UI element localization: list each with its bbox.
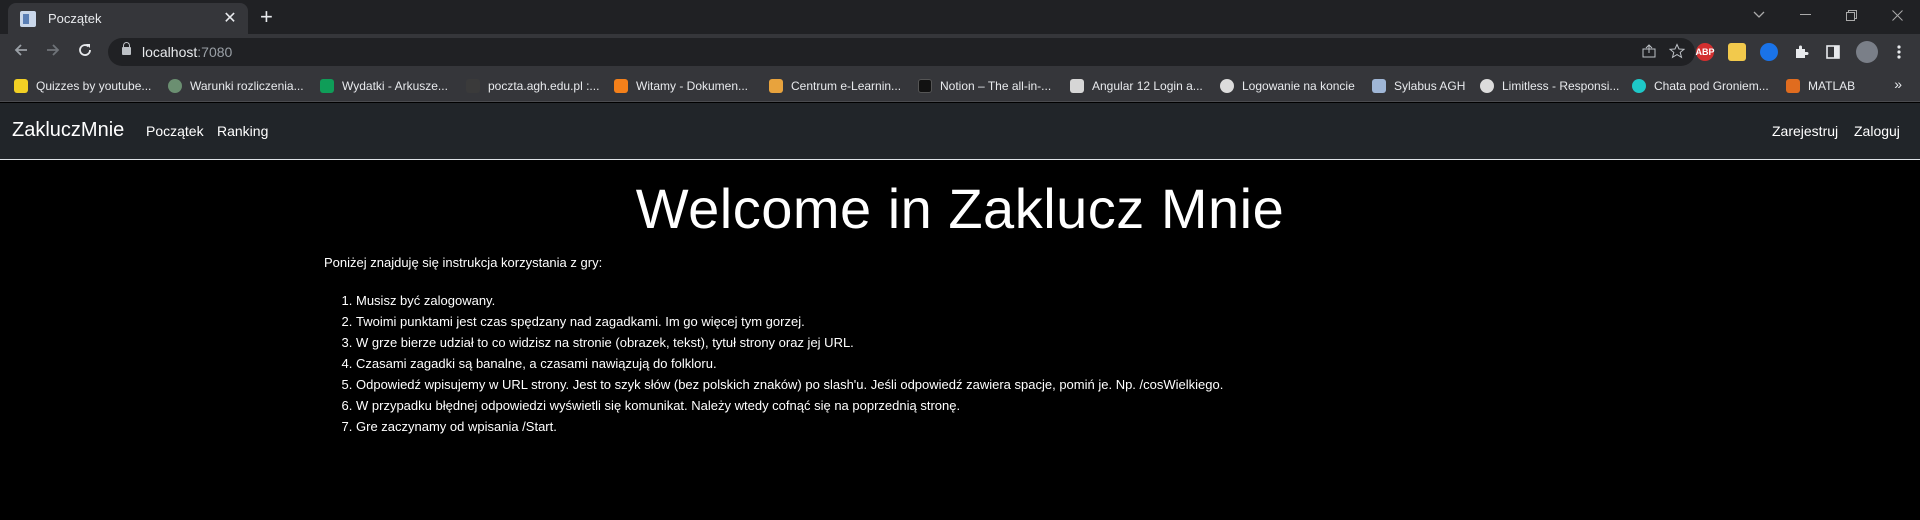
list-item: Czasami zagadki są banalne, a czasami na… xyxy=(356,353,1223,374)
forward-icon[interactable] xyxy=(42,41,64,63)
adblock-extension-icon[interactable]: ABP xyxy=(1696,43,1715,61)
bookmark-item[interactable]: Logowanie na koncie xyxy=(1220,77,1355,95)
address-bar[interactable]: localhost:7080 xyxy=(108,38,1695,66)
bookmark-favicon-icon xyxy=(466,79,480,93)
bookmark-item[interactable]: Limitless - Responsi... xyxy=(1480,77,1619,95)
tab-title: Początek xyxy=(48,11,102,26)
bookmark-favicon-icon xyxy=(14,79,28,93)
bookmark-item[interactable]: Centrum e-Learnin... xyxy=(769,77,901,95)
more-bookmarks-icon[interactable]: » xyxy=(1894,76,1902,92)
profile-avatar[interactable] xyxy=(1856,41,1878,63)
extension-yellow-icon[interactable] xyxy=(1728,43,1746,61)
close-window-icon[interactable] xyxy=(1874,0,1920,30)
bookmark-favicon-icon xyxy=(1480,79,1494,93)
bookmark-favicon-icon xyxy=(1372,79,1386,93)
lock-icon xyxy=(122,42,131,55)
instructions-list: Musisz być zalogowany. Twoimi punktami j… xyxy=(344,290,1223,437)
tab-search-icon[interactable] xyxy=(1736,0,1782,30)
page-favicon-icon xyxy=(20,10,36,27)
new-tab-button[interactable]: + xyxy=(260,6,273,28)
bookmark-favicon-icon xyxy=(918,79,932,93)
list-item: Twoimi punktami jest czas spędzany nad z… xyxy=(356,311,1223,332)
bookmark-favicon-icon xyxy=(1632,79,1646,93)
list-item: Odpowiedź wpisujemy w URL strony. Jest t… xyxy=(356,374,1223,395)
page-title: Welcome in Zaklucz Mnie xyxy=(635,177,1285,240)
bookmark-favicon-icon xyxy=(168,79,182,93)
bookmark-item[interactable]: poczta.agh.edu.pl :... xyxy=(466,77,599,95)
url-text: localhost:7080 xyxy=(142,44,233,60)
share-icon[interactable] xyxy=(1641,43,1657,64)
nav-link-ranking[interactable]: Ranking xyxy=(217,123,268,139)
bookmark-item[interactable]: Witamy - Dokumen... xyxy=(614,77,748,95)
back-icon[interactable] xyxy=(10,41,32,63)
bookmark-item[interactable]: Chata pod Groniem... xyxy=(1632,77,1769,95)
extension-blue-icon[interactable] xyxy=(1760,43,1778,61)
window-controls xyxy=(1736,0,1920,30)
bookmark-item[interactable]: Sylabus AGH xyxy=(1372,77,1465,95)
nav-link-register[interactable]: Zarejestruj xyxy=(1772,123,1838,139)
extensions-puzzle-icon[interactable] xyxy=(1792,43,1810,61)
site-navbar: ZakluczMnie Początek Ranking Zarejestruj… xyxy=(0,103,1920,160)
nav-link-login[interactable]: Zaloguj xyxy=(1854,123,1900,139)
bookmark-item[interactable]: Notion – The all-in-... xyxy=(918,77,1051,95)
bookmark-favicon-icon xyxy=(614,79,628,93)
list-item: Musisz być zalogowany. xyxy=(356,290,1223,311)
main-content: Welcome in Zaklucz Mnie Poniżej znajduję… xyxy=(0,161,1920,520)
browser-toolbar: localhost:7080 ABP xyxy=(0,34,1920,70)
bookmark-favicon-icon xyxy=(1070,79,1084,93)
list-item: W przypadku błędnej odpowiedzi wyświetli… xyxy=(356,395,1223,416)
minimize-icon[interactable] xyxy=(1782,0,1828,30)
bookmark-favicon-icon xyxy=(769,79,783,93)
bookmark-item[interactable]: Wydatki - Arkusze... xyxy=(320,77,448,95)
list-item: Gre zaczynamy od wpisania /Start. xyxy=(356,416,1223,437)
bookmark-favicon-icon xyxy=(1220,79,1234,93)
bookmark-item[interactable]: MATLAB xyxy=(1786,77,1855,95)
side-panel-icon[interactable] xyxy=(1824,43,1842,61)
bookmarks-bar: Quizzes by youtube... Warunki rozliczeni… xyxy=(0,70,1920,102)
bookmark-star-icon[interactable] xyxy=(1668,43,1686,64)
brand-logo[interactable]: ZakluczMnie xyxy=(12,119,124,142)
tab-strip: Początek ✕ + xyxy=(0,0,1920,34)
instructions-intro: Poniżej znajduję się instrukcja korzysta… xyxy=(324,255,603,270)
restore-icon[interactable] xyxy=(1828,0,1874,30)
nav-link-poczatek[interactable]: Początek xyxy=(146,123,204,139)
bookmark-item[interactable]: Warunki rozliczenia... xyxy=(168,77,304,95)
bookmark-favicon-icon xyxy=(1786,79,1800,93)
close-tab-icon[interactable]: ✕ xyxy=(222,10,238,27)
bookmark-item[interactable]: Angular 12 Login a... xyxy=(1070,77,1203,95)
reload-icon[interactable] xyxy=(74,41,96,63)
list-item: W grze bierze udział to co widzisz na st… xyxy=(356,332,1223,353)
browser-tab[interactable]: Początek ✕ xyxy=(8,3,248,34)
menu-kebab-icon[interactable] xyxy=(1890,43,1908,61)
bookmark-favicon-icon xyxy=(320,79,334,93)
bookmark-item[interactable]: Quizzes by youtube... xyxy=(14,77,151,95)
